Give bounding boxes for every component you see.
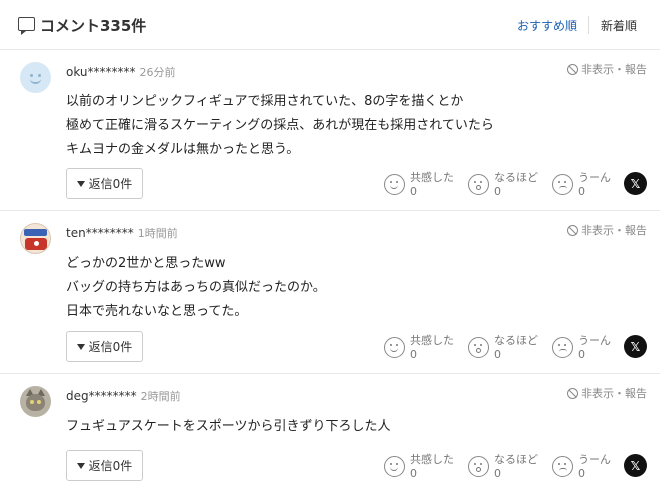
insight-count: 0 <box>494 467 501 480</box>
reply-button[interactable]: 返信0件 <box>66 331 143 362</box>
thinking-face-icon <box>552 174 573 195</box>
empathy-count: 0 <box>410 185 417 198</box>
comment-line: バッグの持ち方はあっちの真似だったのか。 <box>66 280 326 295</box>
surprised-face-icon <box>468 456 489 477</box>
sort-newest-tab[interactable]: 新着順 <box>601 17 637 34</box>
comment-line: どっかの2世かと思ったww <box>66 256 226 271</box>
hmm-reaction-button[interactable]: うーん 0 <box>552 453 614 485</box>
smile-face-icon <box>384 174 405 195</box>
comment-text: どっかの2世かと思ったww バッグの持ち方はあっちの真似だったのか。 日本で売れ… <box>66 252 326 324</box>
default-face-avatar[interactable] <box>20 62 51 93</box>
username[interactable]: oku******** <box>66 65 136 79</box>
hide-report-label: 非表示・報告 <box>581 63 647 76</box>
post-time: 1時間前 <box>137 227 178 240</box>
insight-reaction-button[interactable]: なるほど 0 <box>468 171 540 203</box>
food-package-avatar[interactable] <box>20 223 51 254</box>
x-logo-icon[interactable]: 𝕏 <box>624 172 647 195</box>
thinking-face-icon <box>552 337 573 358</box>
hmm-reaction-button[interactable]: うーん 0 <box>552 171 614 203</box>
hmm-reaction-button[interactable]: うーん 0 <box>552 334 614 366</box>
comment-meta: oku******** 26分前 <box>66 61 176 81</box>
empathy-reaction-button[interactable]: 共感した 0 <box>384 453 454 485</box>
insight-reaction-button[interactable]: なるほど 0 <box>468 334 540 366</box>
comment-line: 以前のオリンピックフィギュアで採用されていた、8の字を描くとか <box>66 94 464 109</box>
ban-icon <box>567 387 578 399</box>
surprised-face-icon <box>468 337 489 358</box>
hide-report-button[interactable]: 非表示・報告 <box>567 222 647 238</box>
hide-report-label: 非表示・報告 <box>581 224 647 237</box>
x-logo-icon[interactable]: 𝕏 <box>624 454 647 477</box>
post-time: 26分前 <box>139 66 176 79</box>
empathy-count: 0 <box>410 467 417 480</box>
ban-icon <box>567 63 578 75</box>
reply-button[interactable]: 返信0件 <box>66 168 143 199</box>
empathy-label: 共感した <box>410 334 454 347</box>
username[interactable]: deg******** <box>66 389 137 403</box>
hmm-label: うーん <box>578 453 611 466</box>
comment-item: oku******** 26分前 非表示・報告 以前のオリンピックフィギュアで採用… <box>0 51 660 211</box>
hmm-label: うーん <box>578 171 611 184</box>
username[interactable]: ten******** <box>66 226 134 240</box>
empathy-reaction-button[interactable]: 共感した 0 <box>384 334 454 366</box>
comment-meta: ten******** 1時間前 <box>66 222 178 242</box>
comment-line: 日本で売れないなと思ってた。 <box>66 304 248 319</box>
empathy-count: 0 <box>410 348 417 361</box>
comment-item: ten******** 1時間前 非表示・報告 どっかの2世かと思ったww バッグ… <box>0 212 660 374</box>
empathy-label: 共感した <box>410 171 454 184</box>
smile-face-icon <box>384 456 405 477</box>
hide-report-button[interactable]: 非表示・報告 <box>567 385 647 401</box>
caret-down-icon <box>76 343 85 350</box>
comment-bubble-icon <box>18 17 35 35</box>
comment-line: 極めて正確に滑るスケーティングの採点、あれが現在も採用されていたら <box>66 118 494 133</box>
thinking-face-icon <box>552 456 573 477</box>
hmm-count: 0 <box>578 185 585 198</box>
hmm-count: 0 <box>578 467 585 480</box>
comment-item: deg******** 2時間前 非表示・報告 フュギュアスケートをスポーツから引… <box>0 375 660 493</box>
reply-button[interactable]: 返信0件 <box>66 450 143 481</box>
reply-label: 返信0件 <box>88 177 133 191</box>
empathy-reaction-button[interactable]: 共感した 0 <box>384 171 454 203</box>
comment-count-title: コメント335件 <box>40 17 147 35</box>
comment-text: 以前のオリンピックフィギュアで採用されていた、8の字を描くとか 極めて正確に滑る… <box>66 90 494 162</box>
caret-down-icon <box>76 462 85 469</box>
hmm-count: 0 <box>578 348 585 361</box>
smile-face-icon <box>384 337 405 358</box>
comment-line: キムヨナの金メダルは無かったと思う。 <box>66 142 300 157</box>
insight-label: なるほど <box>494 171 538 184</box>
x-logo-icon[interactable]: 𝕏 <box>624 335 647 358</box>
insight-reaction-button[interactable]: なるほど 0 <box>468 453 540 485</box>
reply-label: 返信0件 <box>88 340 133 354</box>
sort-divider <box>588 16 589 34</box>
insight-count: 0 <box>494 185 501 198</box>
comment-meta: deg******** 2時間前 <box>66 385 181 405</box>
empathy-label: 共感した <box>410 453 454 466</box>
post-time: 2時間前 <box>140 390 181 403</box>
comment-line: フュギュアスケートをスポーツから引きずり下ろした人 <box>66 419 391 434</box>
sort-recommended-tab[interactable]: おすすめ順 <box>517 17 577 34</box>
comment-text: フュギュアスケートをスポーツから引きずり下ろした人 <box>66 415 390 439</box>
surprised-face-icon <box>468 174 489 195</box>
insight-label: なるほど <box>494 334 538 347</box>
caret-down-icon <box>76 180 85 187</box>
hmm-label: うーん <box>578 334 611 347</box>
comments-header: コメント335件 おすすめ順 新着順 <box>0 0 660 50</box>
insight-label: なるほど <box>494 453 538 466</box>
insight-count: 0 <box>494 348 501 361</box>
ban-icon <box>567 224 578 236</box>
reply-label: 返信0件 <box>88 459 133 473</box>
hide-report-label: 非表示・報告 <box>581 387 647 400</box>
cat-avatar[interactable] <box>20 386 51 417</box>
hide-report-button[interactable]: 非表示・報告 <box>567 61 647 77</box>
